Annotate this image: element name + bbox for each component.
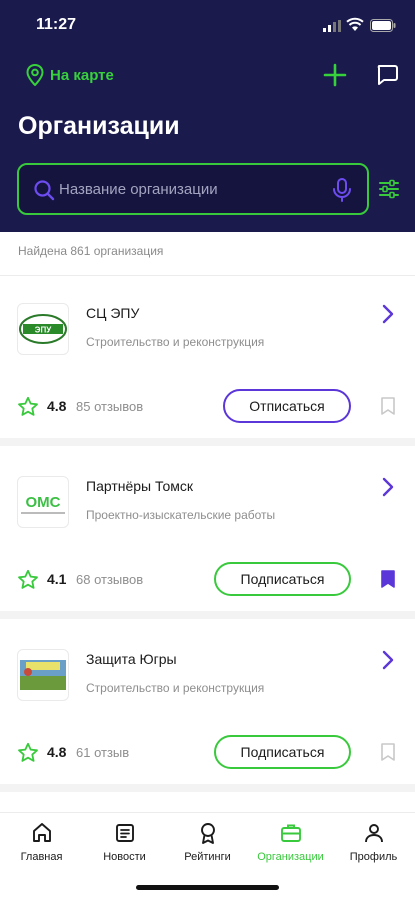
profile-icon [364,824,383,843]
microphone-icon[interactable] [331,177,353,203]
org-card[interactable]: ОМС Партнёры Томск Проектно-изыскательск… [0,449,415,619]
tab-label: Рейтинги [184,851,231,863]
org-logo-image: ЭПУ [19,314,67,344]
org-name: Партнёры Томск [86,478,193,494]
tab-ratings[interactable]: Рейтинги [166,821,249,873]
tab-label: Организации [257,851,324,863]
status-time: 11:27 [36,16,77,33]
star-icon [18,396,38,416]
news-icon [115,824,134,842]
org-logo: ОМС [17,476,69,528]
tab-profile[interactable]: Профиль [332,821,415,873]
org-category: Строительство и реконструкция [86,681,265,695]
org-card[interactable]: ЭПУ СЦ ЭПУ Строительство и реконструкция… [0,276,415,446]
location-pin-icon [26,64,44,86]
briefcase-icon [280,824,301,842]
chevron-right-icon[interactable] [380,477,396,497]
search-icon [34,180,55,201]
subscribe-button[interactable]: Подписаться [214,562,351,596]
org-category: Проектно-изыскательские работы [86,508,276,522]
org-logo-image [20,660,66,690]
wifi-icon [346,17,364,31]
tab-organizations[interactable]: Организации [249,821,332,873]
unsubscribe-button[interactable]: Отписаться [223,389,351,423]
home-indicator [136,885,279,890]
search-box [17,163,369,215]
rating-value: 4.1 [47,571,67,587]
signal-icon [323,20,341,32]
star-icon [18,742,38,762]
medal-icon [200,823,215,844]
reviews-count[interactable]: 68 отзывов [76,572,143,587]
rating-value: 4.8 [47,398,67,414]
map-link-label: На карте [50,66,114,84]
org-logo-text: ОМС [26,494,61,511]
filter-icon[interactable] [378,178,400,200]
search-input[interactable] [59,177,329,201]
results-count: Найдена 861 организация [18,244,164,258]
reviews-count[interactable]: 85 отзывов [76,399,143,414]
chat-icon[interactable] [375,63,399,87]
page-title: Организации [18,112,180,140]
status-bar: 11:27 [0,0,415,50]
map-link[interactable]: На карте [26,62,114,88]
org-card[interactable]: Защита Югры Строительство и реконструкци… [0,622,415,792]
tab-label: Главная [20,851,63,863]
star-icon [18,569,38,589]
tab-news[interactable]: Новости [83,821,166,873]
rating-value: 4.8 [47,744,67,760]
reviews-count[interactable]: 61 отзыв [76,745,129,760]
org-category: Строительство и реконструкция [86,335,265,349]
bookmark-filled-icon[interactable] [380,569,396,589]
chevron-right-icon[interactable] [380,650,396,670]
subscribe-button[interactable]: Подписаться [214,735,351,769]
tab-label: Новости [103,851,146,863]
battery-icon [370,19,396,32]
bookmark-icon[interactable] [380,396,396,416]
org-name: Защита Югры [86,651,177,667]
home-icon [32,823,51,842]
org-logo-image: ОМС [21,494,65,514]
bookmark-icon[interactable] [380,742,396,762]
tab-home[interactable]: Главная [0,821,83,873]
org-logo: ЭПУ [17,303,69,355]
add-button[interactable] [322,62,348,88]
header: 11:27 На карте Организации [0,0,415,232]
org-name: СЦ ЭПУ [86,305,140,321]
tab-label: Профиль [349,851,398,863]
org-logo [17,649,69,701]
org-logo-text: ЭПУ [35,326,52,335]
chevron-right-icon[interactable] [380,304,396,324]
